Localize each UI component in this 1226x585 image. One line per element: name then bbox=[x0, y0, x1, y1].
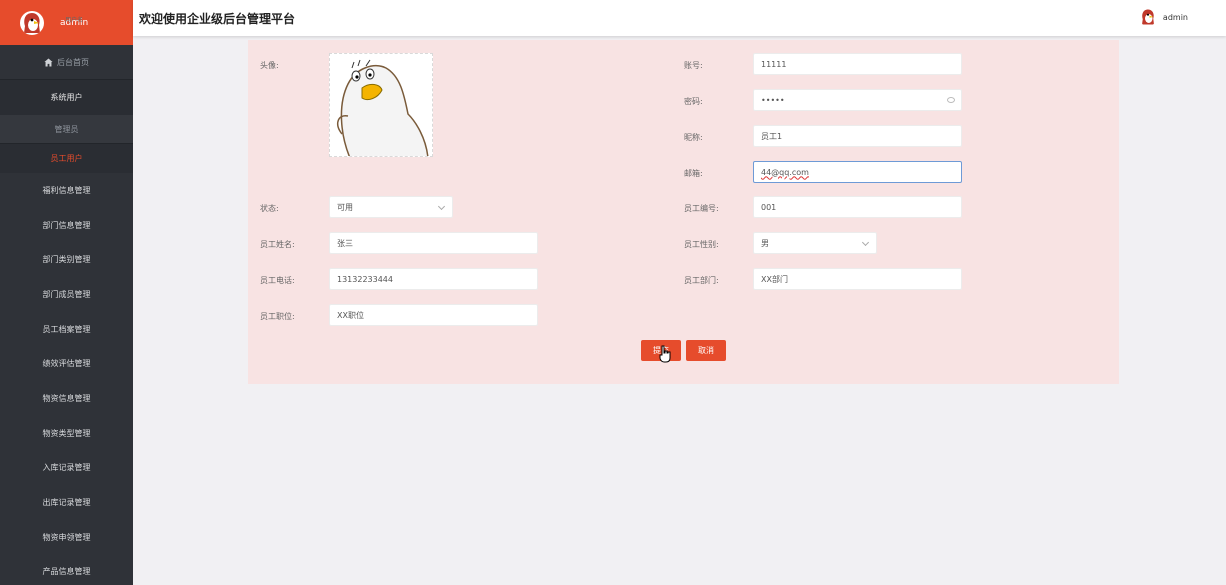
header-username: admin bbox=[1162, 12, 1188, 22]
position-value: XX职位 bbox=[337, 310, 364, 320]
sidebar-item-label: 系统用户 bbox=[50, 93, 83, 102]
empno-value: 001 bbox=[761, 202, 777, 212]
sidebar-item-label: 部门类别管理 bbox=[42, 255, 91, 265]
position-label: 员工职位: bbox=[260, 312, 295, 321]
account-value: 11111 bbox=[761, 59, 787, 69]
account-input[interactable]: 11111 bbox=[753, 53, 962, 75]
sidebar-item[interactable]: 部门信息管理 bbox=[0, 208, 133, 243]
hand-cursor-icon bbox=[659, 345, 671, 363]
sidebar-item-label: 出库记录管理 bbox=[42, 498, 91, 508]
sidebar-group-system-user[interactable]: 系统用户 bbox=[0, 80, 133, 115]
sidebar-item-label: 产品信息管理 bbox=[42, 567, 91, 577]
dept-input[interactable]: XX部门 bbox=[753, 268, 962, 290]
name-value: 张三 bbox=[337, 238, 353, 248]
sidebar-item[interactable]: 物资类型管理 bbox=[0, 416, 133, 451]
cancel-button[interactable]: 取消 bbox=[686, 340, 726, 361]
password-label: 密码: bbox=[684, 97, 703, 106]
sidebar-item[interactable]: 物资申领管理 bbox=[0, 520, 133, 555]
password-input[interactable]: ••••• bbox=[753, 89, 962, 111]
eye-icon[interactable] bbox=[947, 97, 955, 103]
home-icon bbox=[44, 57, 53, 67]
page-title: 欢迎使用企业级后台管理平台 bbox=[139, 11, 296, 26]
sidebar-item[interactable]: 部门类别管理 bbox=[0, 242, 133, 277]
sidebar-item-home[interactable]: 后台首页 bbox=[0, 45, 133, 80]
status-value: 可用 bbox=[337, 202, 353, 212]
avatar-label: 头像: bbox=[260, 61, 279, 70]
sidebar-item-label: 管理员 bbox=[54, 124, 79, 134]
sidebar-item[interactable]: 入库记录管理 bbox=[0, 451, 133, 486]
sidebar-item-label: 部门信息管理 bbox=[42, 220, 91, 230]
sidebar: 用户名 admin 后台首页 系统用户 管理员 员工用户 福利信息管理 部门信息… bbox=[0, 0, 133, 585]
avatar-upload[interactable] bbox=[329, 53, 433, 157]
gender-select[interactable]: 男 bbox=[753, 232, 877, 254]
phone-label: 员工电话: bbox=[260, 276, 295, 285]
name-label: 员工姓名: bbox=[260, 240, 295, 249]
user-avatar[interactable] bbox=[20, 10, 44, 35]
brand-user: 用户名 admin bbox=[60, 17, 88, 29]
sidebar-item-label: 入库记录管理 bbox=[42, 463, 91, 473]
status-select[interactable]: 可用 bbox=[329, 196, 453, 218]
nickname-value: 员工1 bbox=[761, 131, 783, 141]
sidebar-item[interactable]: 福利信息管理 bbox=[0, 173, 133, 208]
top-header: 欢迎使用企业级后台管理平台 admin bbox=[133, 0, 1226, 36]
nickname-input[interactable]: 员工1 bbox=[753, 125, 962, 147]
sidebar-item-label: 部门成员管理 bbox=[42, 289, 91, 299]
sidebar-item-employee-user[interactable]: 员工用户 bbox=[0, 143, 133, 173]
email-label: 邮箱: bbox=[684, 169, 703, 178]
sidebar-item[interactable]: 部门成员管理 bbox=[0, 277, 133, 312]
chevron-down-icon bbox=[861, 238, 870, 247]
sidebar-item[interactable]: 产品信息管理 bbox=[0, 555, 133, 585]
sidebar-item-label: 绩效评估管理 bbox=[42, 359, 91, 369]
phone-input[interactable]: 13132233444 bbox=[329, 268, 538, 290]
dept-value: XX部门 bbox=[761, 274, 788, 284]
cancel-label: 取消 bbox=[698, 346, 714, 355]
account-label: 账号: bbox=[684, 61, 703, 70]
password-value: ••••• bbox=[761, 95, 785, 105]
brand: 用户名 admin bbox=[0, 0, 133, 45]
sidebar-item[interactable]: 员工档案管理 bbox=[0, 312, 133, 347]
nickname-label: 昵称: bbox=[684, 133, 703, 142]
sidebar-item-label: 物资信息管理 bbox=[42, 393, 91, 403]
gender-label: 员工性别: bbox=[684, 240, 719, 249]
sidebar-item-label: 后台首页 bbox=[57, 57, 89, 67]
email-input[interactable]: 44@qq.com bbox=[753, 161, 962, 183]
avatar bbox=[1139, 8, 1157, 26]
position-input[interactable]: XX职位 bbox=[329, 304, 538, 326]
empno-input[interactable]: 001 bbox=[753, 196, 962, 218]
sidebar-item-admin[interactable]: 管理员 bbox=[0, 115, 133, 143]
status-label: 状态: bbox=[260, 204, 279, 213]
header-user-menu[interactable]: admin bbox=[1139, 8, 1188, 26]
sidebar-item-label: 福利信息管理 bbox=[42, 185, 91, 195]
sidebar-item[interactable]: 出库记录管理 bbox=[0, 485, 133, 520]
phone-value: 13132233444 bbox=[337, 274, 393, 284]
sidebar-item-label: 物资类型管理 bbox=[42, 428, 91, 438]
gender-value: 男 bbox=[761, 238, 769, 248]
sidebar-item-label: 物资申领管理 bbox=[42, 532, 91, 542]
employee-form: 头像: 账号: 11111 密码: ••••• 昵称: 员工1 邮箱: 44@q… bbox=[248, 40, 1119, 384]
sidebar-item[interactable]: 绩效评估管理 bbox=[0, 346, 133, 381]
username-label: 用户名 bbox=[65, 16, 84, 24]
empno-label: 员工编号: bbox=[684, 204, 719, 213]
email-value: 44@qq.com bbox=[761, 167, 809, 177]
chevron-down-icon bbox=[437, 202, 446, 211]
sidebar-item-label: 员工档案管理 bbox=[42, 324, 91, 334]
sidebar-item-label: 员工用户 bbox=[50, 154, 83, 163]
dept-label: 员工部门: bbox=[684, 276, 719, 285]
penguin-avatar-image bbox=[337, 59, 429, 156]
name-input[interactable]: 张三 bbox=[329, 232, 538, 254]
sidebar-item[interactable]: 物资信息管理 bbox=[0, 381, 133, 416]
